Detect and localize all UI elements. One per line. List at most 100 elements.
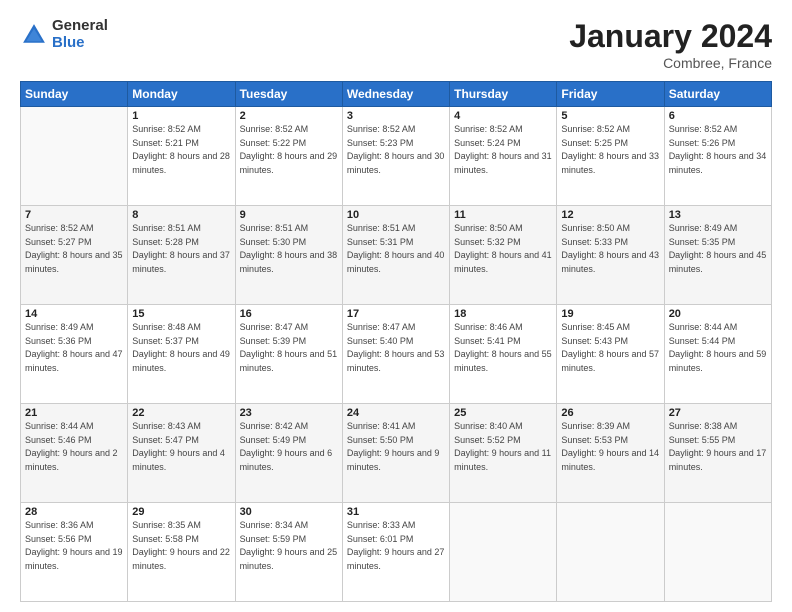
day-info: Sunrise: 8:52 AMSunset: 5:26 PMDaylight:… — [669, 123, 767, 177]
calendar-cell: 31Sunrise: 8:33 AMSunset: 6:01 PMDayligh… — [342, 503, 449, 602]
calendar-cell: 21Sunrise: 8:44 AMSunset: 5:46 PMDayligh… — [21, 404, 128, 503]
day-info: Sunrise: 8:43 AMSunset: 5:47 PMDaylight:… — [132, 420, 230, 474]
day-info: Sunrise: 8:46 AMSunset: 5:41 PMDaylight:… — [454, 321, 552, 375]
day-number: 5 — [561, 110, 659, 122]
calendar-cell — [557, 503, 664, 602]
day-info: Sunrise: 8:49 AMSunset: 5:35 PMDaylight:… — [669, 222, 767, 276]
calendar-cell — [21, 107, 128, 206]
header: General Blue January 2024 Combree, Franc… — [20, 18, 772, 71]
calendar-header-row: SundayMondayTuesdayWednesdayThursdayFrid… — [21, 82, 772, 107]
calendar-cell: 4Sunrise: 8:52 AMSunset: 5:24 PMDaylight… — [450, 107, 557, 206]
week-row-5: 28Sunrise: 8:36 AMSunset: 5:56 PMDayligh… — [21, 503, 772, 602]
day-number: 24 — [347, 407, 445, 419]
day-info: Sunrise: 8:52 AMSunset: 5:25 PMDaylight:… — [561, 123, 659, 177]
calendar-cell: 29Sunrise: 8:35 AMSunset: 5:58 PMDayligh… — [128, 503, 235, 602]
logo-general-text: General — [52, 18, 108, 35]
calendar-cell: 1Sunrise: 8:52 AMSunset: 5:21 PMDaylight… — [128, 107, 235, 206]
calendar-cell: 7Sunrise: 8:52 AMSunset: 5:27 PMDaylight… — [21, 206, 128, 305]
day-number: 14 — [25, 308, 123, 320]
day-info: Sunrise: 8:44 AMSunset: 5:46 PMDaylight:… — [25, 420, 123, 474]
calendar-cell: 20Sunrise: 8:44 AMSunset: 5:44 PMDayligh… — [664, 305, 771, 404]
day-info: Sunrise: 8:38 AMSunset: 5:55 PMDaylight:… — [669, 420, 767, 474]
calendar-cell: 6Sunrise: 8:52 AMSunset: 5:26 PMDaylight… — [664, 107, 771, 206]
location: Combree, France — [569, 55, 772, 71]
day-header-tuesday: Tuesday — [235, 82, 342, 107]
day-number: 26 — [561, 407, 659, 419]
day-number: 30 — [240, 506, 338, 518]
day-info: Sunrise: 8:51 AMSunset: 5:31 PMDaylight:… — [347, 222, 445, 276]
day-header-saturday: Saturday — [664, 82, 771, 107]
calendar-cell: 25Sunrise: 8:40 AMSunset: 5:52 PMDayligh… — [450, 404, 557, 503]
calendar-cell: 15Sunrise: 8:48 AMSunset: 5:37 PMDayligh… — [128, 305, 235, 404]
day-number: 29 — [132, 506, 230, 518]
calendar-cell — [664, 503, 771, 602]
calendar-cell: 14Sunrise: 8:49 AMSunset: 5:36 PMDayligh… — [21, 305, 128, 404]
day-info: Sunrise: 8:36 AMSunset: 5:56 PMDaylight:… — [25, 519, 123, 573]
day-number: 16 — [240, 308, 338, 320]
logo-icon — [20, 21, 48, 49]
calendar-cell: 18Sunrise: 8:46 AMSunset: 5:41 PMDayligh… — [450, 305, 557, 404]
week-row-3: 14Sunrise: 8:49 AMSunset: 5:36 PMDayligh… — [21, 305, 772, 404]
day-number: 12 — [561, 209, 659, 221]
week-row-1: 1Sunrise: 8:52 AMSunset: 5:21 PMDaylight… — [21, 107, 772, 206]
day-info: Sunrise: 8:52 AMSunset: 5:22 PMDaylight:… — [240, 123, 338, 177]
calendar-cell: 30Sunrise: 8:34 AMSunset: 5:59 PMDayligh… — [235, 503, 342, 602]
calendar-cell: 16Sunrise: 8:47 AMSunset: 5:39 PMDayligh… — [235, 305, 342, 404]
calendar-cell: 8Sunrise: 8:51 AMSunset: 5:28 PMDaylight… — [128, 206, 235, 305]
day-info: Sunrise: 8:52 AMSunset: 5:23 PMDaylight:… — [347, 123, 445, 177]
logo-blue-text: Blue — [52, 35, 108, 52]
day-number: 2 — [240, 110, 338, 122]
day-number: 8 — [132, 209, 230, 221]
calendar-cell: 19Sunrise: 8:45 AMSunset: 5:43 PMDayligh… — [557, 305, 664, 404]
day-number: 17 — [347, 308, 445, 320]
day-info: Sunrise: 8:49 AMSunset: 5:36 PMDaylight:… — [25, 321, 123, 375]
calendar-cell: 28Sunrise: 8:36 AMSunset: 5:56 PMDayligh… — [21, 503, 128, 602]
calendar-cell: 12Sunrise: 8:50 AMSunset: 5:33 PMDayligh… — [557, 206, 664, 305]
calendar-cell: 23Sunrise: 8:42 AMSunset: 5:49 PMDayligh… — [235, 404, 342, 503]
day-info: Sunrise: 8:52 AMSunset: 5:27 PMDaylight:… — [25, 222, 123, 276]
day-number: 23 — [240, 407, 338, 419]
day-header-friday: Friday — [557, 82, 664, 107]
calendar-cell: 24Sunrise: 8:41 AMSunset: 5:50 PMDayligh… — [342, 404, 449, 503]
day-info: Sunrise: 8:40 AMSunset: 5:52 PMDaylight:… — [454, 420, 552, 474]
day-info: Sunrise: 8:52 AMSunset: 5:24 PMDaylight:… — [454, 123, 552, 177]
day-number: 6 — [669, 110, 767, 122]
day-info: Sunrise: 8:35 AMSunset: 5:58 PMDaylight:… — [132, 519, 230, 573]
day-info: Sunrise: 8:33 AMSunset: 6:01 PMDaylight:… — [347, 519, 445, 573]
day-info: Sunrise: 8:50 AMSunset: 5:33 PMDaylight:… — [561, 222, 659, 276]
day-number: 28 — [25, 506, 123, 518]
day-info: Sunrise: 8:44 AMSunset: 5:44 PMDaylight:… — [669, 321, 767, 375]
day-info: Sunrise: 8:41 AMSunset: 5:50 PMDaylight:… — [347, 420, 445, 474]
day-header-monday: Monday — [128, 82, 235, 107]
day-info: Sunrise: 8:42 AMSunset: 5:49 PMDaylight:… — [240, 420, 338, 474]
day-number: 10 — [347, 209, 445, 221]
day-info: Sunrise: 8:39 AMSunset: 5:53 PMDaylight:… — [561, 420, 659, 474]
calendar-cell: 9Sunrise: 8:51 AMSunset: 5:30 PMDaylight… — [235, 206, 342, 305]
calendar-cell: 22Sunrise: 8:43 AMSunset: 5:47 PMDayligh… — [128, 404, 235, 503]
page: General Blue January 2024 Combree, Franc… — [0, 0, 792, 612]
day-number: 13 — [669, 209, 767, 221]
calendar-cell: 26Sunrise: 8:39 AMSunset: 5:53 PMDayligh… — [557, 404, 664, 503]
day-number: 25 — [454, 407, 552, 419]
day-number: 11 — [454, 209, 552, 221]
week-row-4: 21Sunrise: 8:44 AMSunset: 5:46 PMDayligh… — [21, 404, 772, 503]
day-header-wednesday: Wednesday — [342, 82, 449, 107]
day-info: Sunrise: 8:48 AMSunset: 5:37 PMDaylight:… — [132, 321, 230, 375]
calendar-cell: 11Sunrise: 8:50 AMSunset: 5:32 PMDayligh… — [450, 206, 557, 305]
calendar-cell: 2Sunrise: 8:52 AMSunset: 5:22 PMDaylight… — [235, 107, 342, 206]
day-info: Sunrise: 8:45 AMSunset: 5:43 PMDaylight:… — [561, 321, 659, 375]
day-number: 20 — [669, 308, 767, 320]
day-number: 27 — [669, 407, 767, 419]
day-info: Sunrise: 8:34 AMSunset: 5:59 PMDaylight:… — [240, 519, 338, 573]
calendar-cell: 17Sunrise: 8:47 AMSunset: 5:40 PMDayligh… — [342, 305, 449, 404]
day-info: Sunrise: 8:52 AMSunset: 5:21 PMDaylight:… — [132, 123, 230, 177]
day-header-sunday: Sunday — [21, 82, 128, 107]
calendar-cell: 27Sunrise: 8:38 AMSunset: 5:55 PMDayligh… — [664, 404, 771, 503]
day-number: 3 — [347, 110, 445, 122]
week-row-2: 7Sunrise: 8:52 AMSunset: 5:27 PMDaylight… — [21, 206, 772, 305]
calendar-cell: 3Sunrise: 8:52 AMSunset: 5:23 PMDaylight… — [342, 107, 449, 206]
day-number: 31 — [347, 506, 445, 518]
calendar-cell: 5Sunrise: 8:52 AMSunset: 5:25 PMDaylight… — [557, 107, 664, 206]
month-title: January 2024 — [569, 18, 772, 55]
day-info: Sunrise: 8:50 AMSunset: 5:32 PMDaylight:… — [454, 222, 552, 276]
